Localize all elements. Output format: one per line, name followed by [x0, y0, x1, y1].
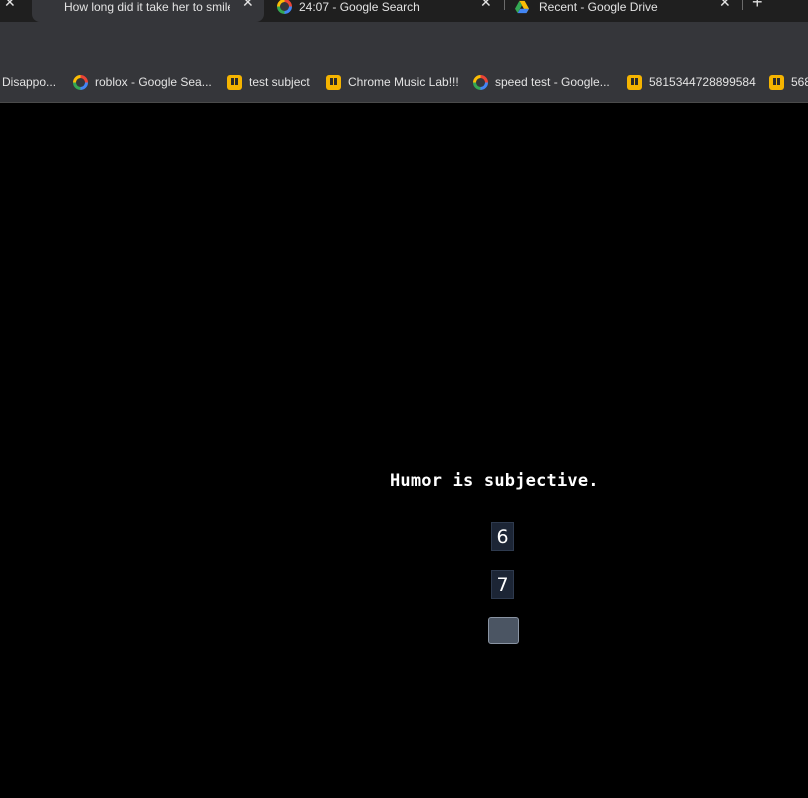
- bookmark-label: 5815344728899584: [649, 75, 756, 89]
- tab-active[interactable]: How long did it take her to smile ✕: [32, 0, 264, 22]
- page-caption: Humor is subjective.: [390, 471, 599, 491]
- bookmark-label: test subject: [249, 75, 310, 89]
- close-icon[interactable]: ✕: [480, 0, 492, 11]
- tab-title: Recent - Google Drive: [539, 0, 658, 14]
- number-input[interactable]: 7: [491, 570, 514, 599]
- google-drive-icon: [515, 0, 529, 13]
- bookmark-item[interactable]: test subject: [227, 62, 310, 102]
- google-icon: [277, 0, 292, 14]
- browser-toolbar: [0, 22, 808, 62]
- new-tab-button[interactable]: +: [752, 0, 763, 13]
- tab-title: 24:07 - Google Search: [299, 0, 420, 14]
- close-icon[interactable]: ✕: [4, 0, 16, 11]
- piano-icon: [326, 74, 341, 90]
- bookmark-item[interactable]: 5815344728899584: [627, 62, 756, 102]
- bookmark-label: Chrome Music Lab!!!: [348, 75, 459, 89]
- previous-tab[interactable]: ✕: [0, 0, 20, 22]
- bookmark-item[interactable]: roblox - Google Sea...: [73, 62, 212, 102]
- bookmark-item[interactable]: Disappo...: [2, 62, 56, 102]
- tab-separator: [504, 0, 505, 10]
- close-icon[interactable]: ✕: [242, 0, 254, 11]
- bookmark-item[interactable]: speed test - Google...: [473, 62, 610, 102]
- tab-title: How long did it take her to smile: [64, 0, 230, 14]
- close-icon[interactable]: ✕: [719, 0, 731, 11]
- bookmark-label: speed test - Google...: [495, 75, 610, 89]
- bookmarks-bar: Disappo... roblox - Google Sea... test s…: [0, 62, 808, 103]
- google-icon: [73, 74, 88, 90]
- tab-separator: [742, 0, 743, 10]
- piano-icon: [227, 74, 242, 90]
- number-input[interactable]: 6: [491, 522, 514, 551]
- tab-strip: ✕ How long did it take her to smile ✕ 24…: [0, 0, 808, 22]
- bookmark-item[interactable]: 568: [769, 62, 808, 102]
- submit-button[interactable]: [488, 617, 519, 644]
- bookmark-label: 568: [791, 75, 808, 89]
- piano-icon: [769, 74, 784, 90]
- tab-google-search[interactable]: 24:07 - Google Search ✕: [277, 0, 499, 22]
- bookmark-label: roblox - Google Sea...: [95, 75, 212, 89]
- google-icon: [473, 74, 488, 90]
- piano-icon: [627, 74, 642, 90]
- tab-google-drive[interactable]: Recent - Google Drive ✕: [515, 0, 737, 22]
- bookmark-label: Disappo...: [2, 75, 57, 89]
- page-content: Humor is subjective. 6 7: [0, 103, 808, 798]
- bookmark-item[interactable]: Chrome Music Lab!!!: [326, 62, 459, 102]
